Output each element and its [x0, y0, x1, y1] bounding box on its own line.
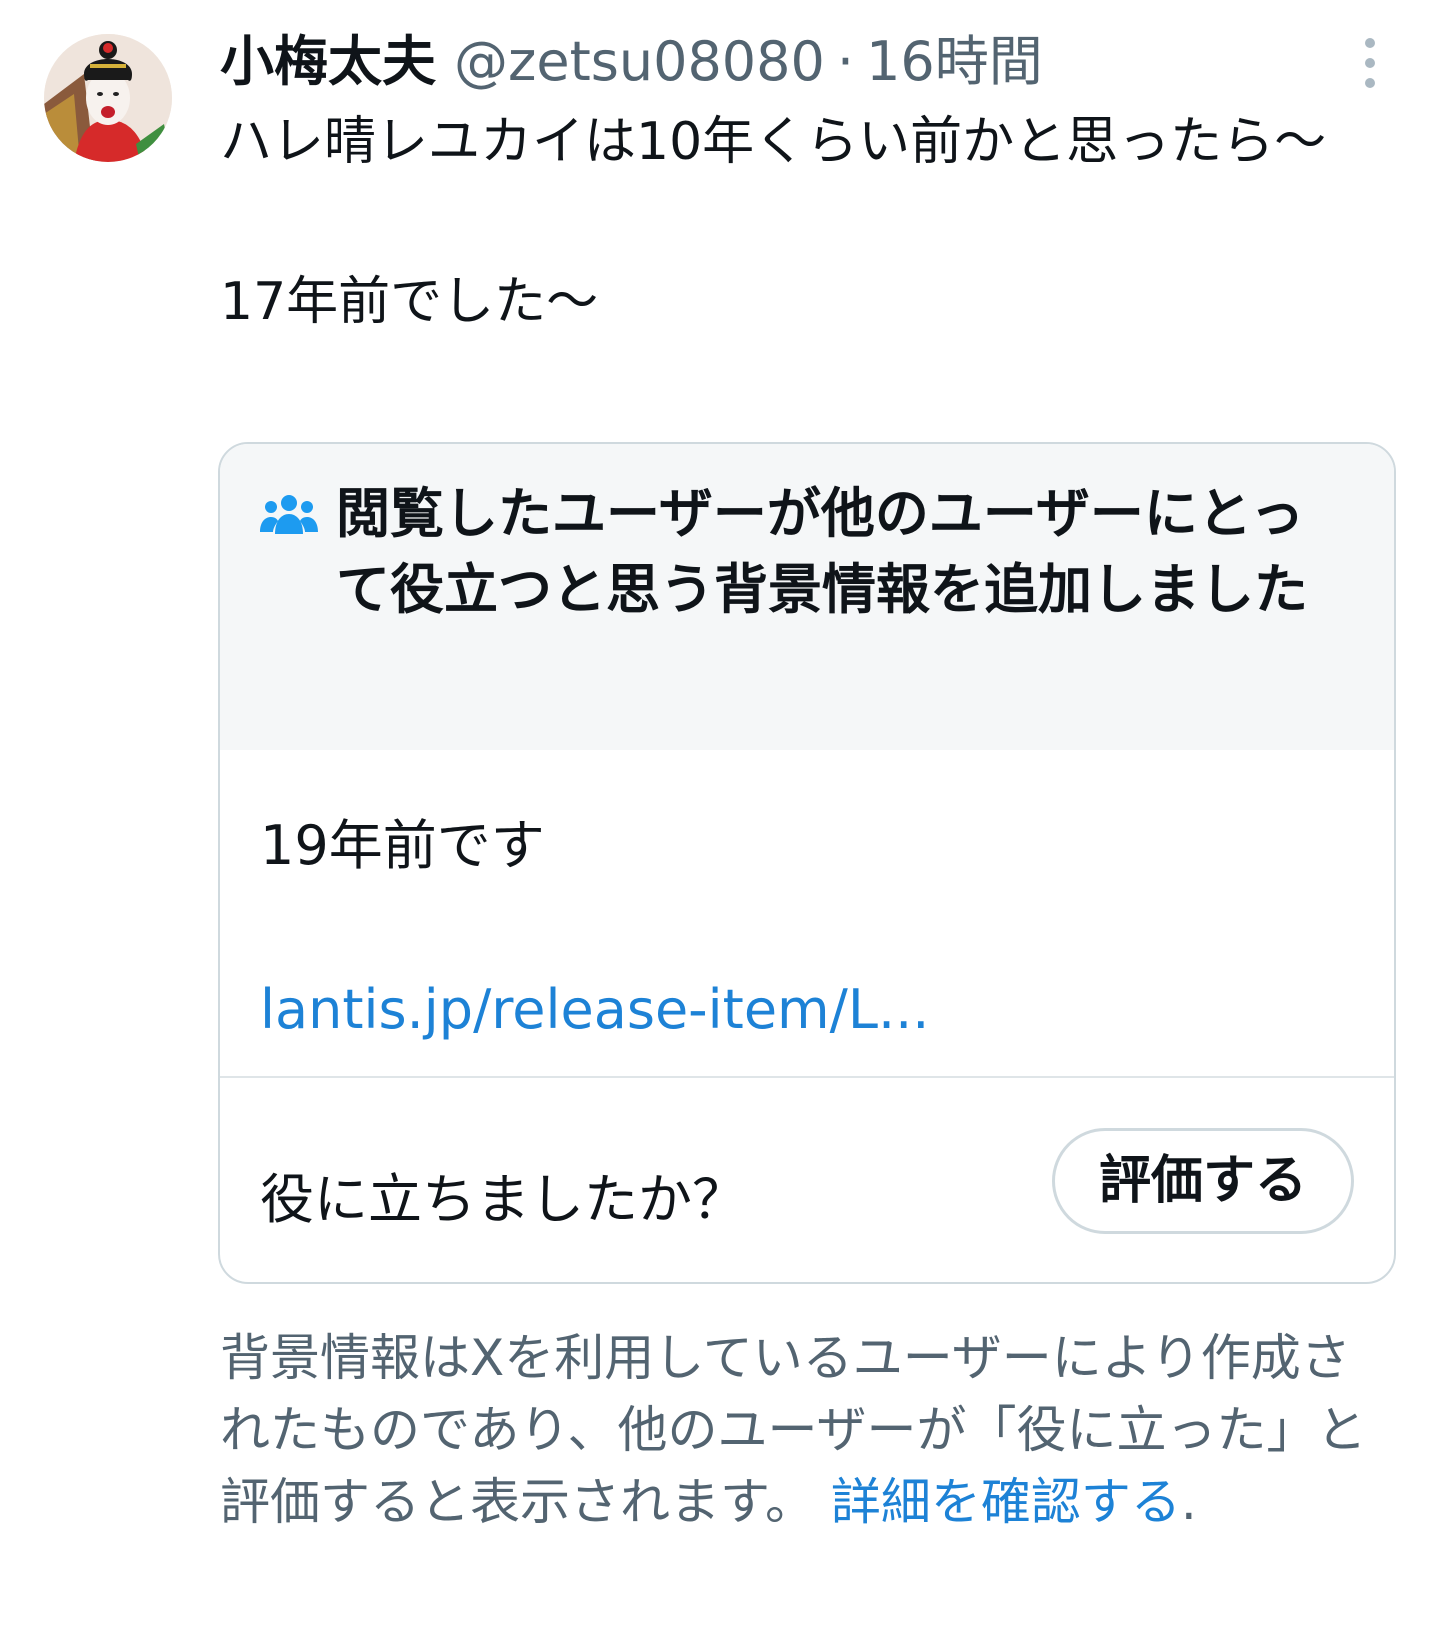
tweet-text-line: ハレ晴レユカイは10年くらい前かと思ったら〜 [220, 112, 1327, 172]
author-handle[interactable]: @zetsu08080 [454, 24, 825, 100]
tweet-timestamp[interactable]: 16時間 [866, 24, 1043, 100]
tweet-text-line: 17年前でした〜 [220, 272, 599, 332]
community-note-text: 19年前です [260, 814, 545, 877]
author-name[interactable]: 小梅太夫 [220, 24, 436, 100]
tweet-header: 小梅太夫 @zetsu08080 · 16時間 [220, 24, 1043, 100]
vertical-dot [1365, 78, 1375, 88]
rate-button[interactable]: 評価する [1052, 1128, 1354, 1234]
community-note-header: 閲覧したユーザーが他のユーザーにとって役立つと思う背景情報を追加しました [220, 444, 1394, 750]
community-note-body: 19年前です lantis.jp/release-item/L... [220, 750, 1394, 1076]
learn-more-link[interactable]: 詳細を確認する [831, 1473, 1181, 1531]
vertical-dots-icon [1365, 38, 1375, 48]
disclaimer-end: . [1180, 1473, 1197, 1531]
community-note-title: 閲覧したユーザーが他のユーザーにとって役立つと思う背景情報を追加しました [336, 482, 1308, 621]
separator-dot: · [836, 30, 855, 93]
community-note-card: 閲覧したユーザーが他のユーザーにとって役立つと思う背景情報を追加しました 19年… [218, 442, 1396, 1284]
community-note-source-link[interactable]: lantis.jp/release-item/L... [260, 972, 929, 1048]
more-options-button[interactable] [1358, 38, 1382, 88]
author-avatar[interactable] [44, 34, 172, 162]
vertical-dot [1365, 58, 1375, 68]
community-note-rating-row: 役に立ちましたか？ 評価する [220, 1078, 1394, 1282]
helpful-question: 役に立ちましたか？ [260, 1168, 746, 1231]
tweet-text: ハレ晴レユカイは10年くらい前かと思ったら〜 17年前でした〜 [220, 104, 1400, 340]
people-icon [260, 495, 318, 534]
community-note-disclaimer: 背景情報はXを利用しているユーザーにより作成されたものであり、他のユーザーが「役… [220, 1322, 1400, 1538]
